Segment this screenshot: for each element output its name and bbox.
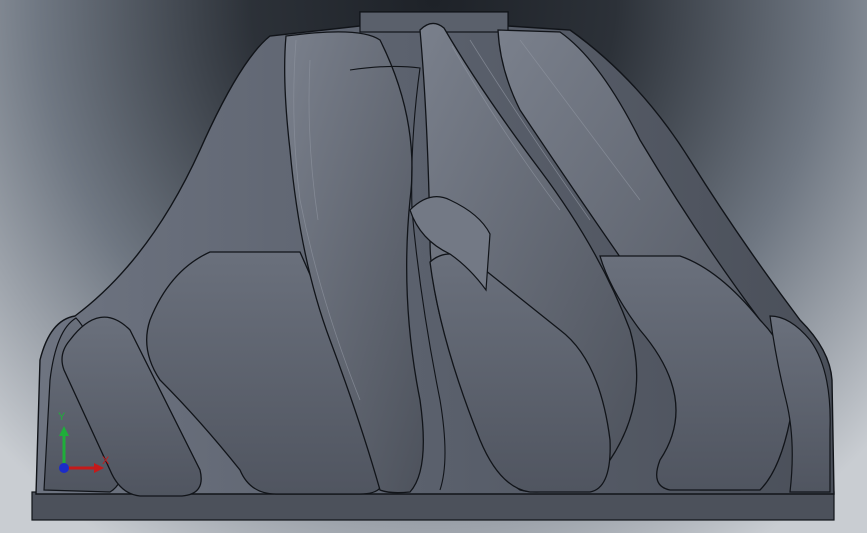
graphics-viewport[interactable]: Y X — [0, 0, 867, 533]
impeller-model[interactable] — [0, 0, 867, 533]
coordinate-triad: Y X — [50, 412, 120, 482]
triad-y-label: Y — [58, 411, 66, 423]
triad-x-label: X — [102, 455, 110, 467]
